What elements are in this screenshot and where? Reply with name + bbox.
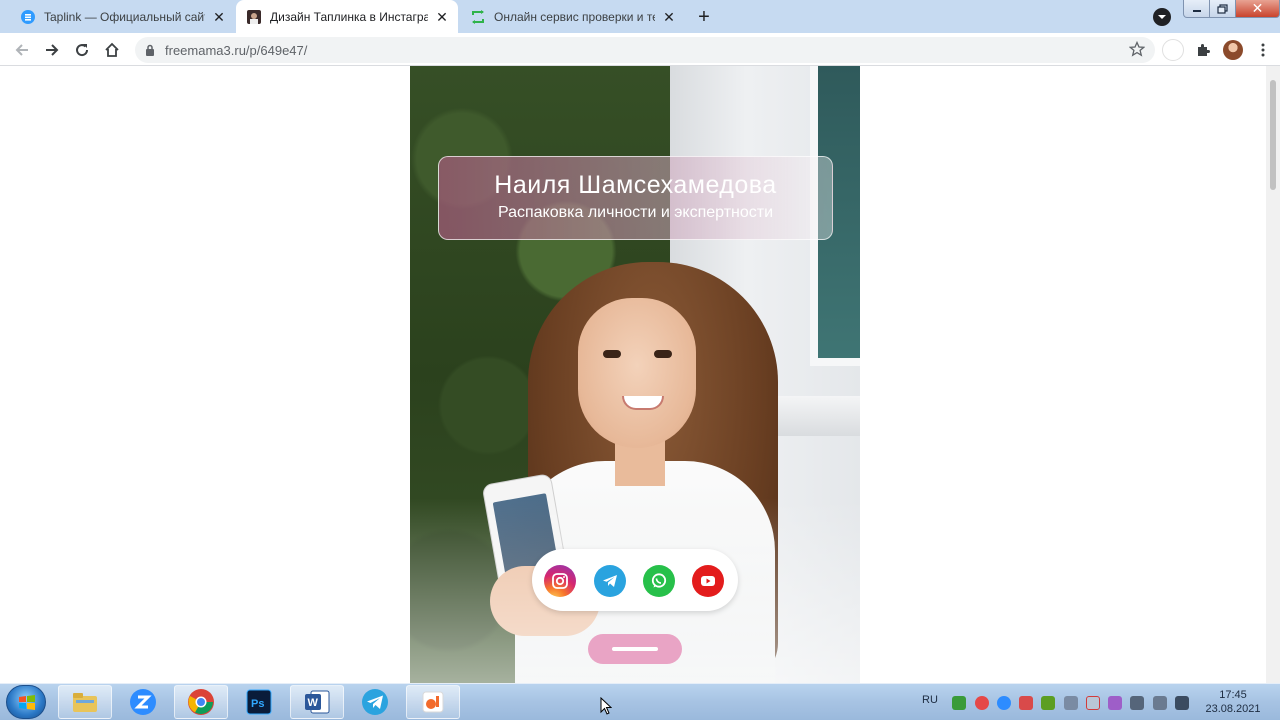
- instagram-favicon-icon: [246, 9, 262, 25]
- profile-subtitle: Распаковка личности и экспертности: [497, 204, 774, 221]
- telegram-link[interactable]: [594, 565, 626, 597]
- service-favicon-icon: [470, 9, 486, 25]
- avatar: [1223, 40, 1243, 60]
- arrow-left-icon: [15, 44, 28, 56]
- taplink-profile-page: Наиля Шамсехамедова Распаковка личности …: [410, 66, 860, 683]
- home-button[interactable]: [99, 37, 125, 63]
- profile-name: Наиля Шамсехамедова: [494, 171, 777, 199]
- more-vert-icon: [1261, 43, 1265, 57]
- taskbar-word[interactable]: W: [290, 685, 344, 719]
- close-icon: ✕: [1251, 0, 1264, 16]
- taskbar-file-explorer[interactable]: [58, 685, 112, 719]
- signal-tray-icon[interactable]: [1153, 696, 1167, 710]
- profile-avatar-button[interactable]: [1220, 37, 1246, 63]
- youtube-link[interactable]: [692, 565, 724, 597]
- telegram-icon: [362, 689, 388, 715]
- zoom-tray-icon[interactable]: [997, 696, 1011, 710]
- mouse-cursor-icon: [600, 697, 612, 715]
- lock-icon: [146, 44, 154, 56]
- monitor-tray-icon[interactable]: [1130, 696, 1144, 710]
- close-icon[interactable]: ✕: [661, 9, 677, 25]
- social-links-bar: [532, 549, 738, 611]
- youtube-icon: [701, 576, 715, 586]
- profile-circle-icon: [1162, 39, 1184, 61]
- back-button[interactable]: [9, 37, 35, 63]
- browser-menu-button[interactable]: [1250, 37, 1276, 63]
- taskbar-clock[interactable]: 17:45 23.08.2021: [1198, 688, 1268, 716]
- arrow-right-icon: [46, 44, 59, 56]
- window-close-button[interactable]: ✕: [1235, 0, 1280, 18]
- chevron-down-icon: [1158, 15, 1166, 19]
- minimize-icon: [1192, 9, 1201, 12]
- zoom-icon: [130, 689, 156, 715]
- clock-time: 17:45: [1219, 689, 1247, 701]
- bookmark-star-icon[interactable]: [1129, 41, 1145, 57]
- maximize-icon: [1217, 3, 1228, 14]
- taskbar-chrome[interactable]: [174, 685, 228, 719]
- url-text: freemama3.ru/p/649e47/: [165, 43, 308, 58]
- tab-title: Онлайн сервис проверки и тест: [494, 9, 655, 24]
- tab-design-taplink[interactable]: Дизайн Таплинка в Инстаграм. ✕: [236, 0, 458, 33]
- new-tab-button[interactable]: +: [691, 4, 717, 30]
- photoshop-icon: Ps: [246, 689, 272, 715]
- clock-date: 23.08.2021: [1205, 703, 1261, 715]
- record-tray-icon[interactable]: [975, 696, 989, 710]
- telegram-icon: [603, 575, 617, 587]
- network-tray-icon[interactable]: [952, 696, 966, 710]
- tab-online-service[interactable]: Онлайн сервис проверки и тест ✕: [460, 0, 685, 33]
- taplink-favicon-icon: [20, 9, 36, 25]
- close-icon[interactable]: ✕: [211, 9, 227, 25]
- battery-tray-icon[interactable]: [1175, 696, 1189, 710]
- whatsapp-link[interactable]: [643, 565, 675, 597]
- address-bar[interactable]: freemama3.ru/p/649e47/: [135, 37, 1155, 63]
- chrome-icon: [188, 689, 214, 715]
- tab-title: Дизайн Таплинка в Инстаграм.: [270, 9, 428, 24]
- tab-title: Taplink — Официальный сайт: М: [44, 9, 205, 24]
- instagram-link[interactable]: [544, 565, 576, 597]
- profile-title-card: Наиля Шамсехамедова Распаковка личности …: [438, 156, 833, 240]
- page-viewport: Наиля Шамсехамедова Распаковка личности …: [0, 66, 1280, 683]
- browser-tabstrip: Taplink — Официальный сайт: М ✕ Дизайн Т…: [0, 0, 1280, 33]
- tab-taplink[interactable]: Taplink — Официальный сайт: М ✕: [10, 0, 235, 33]
- extensions-button[interactable]: [1190, 37, 1216, 63]
- volume-tray-icon[interactable]: [1064, 696, 1078, 710]
- whatsapp-icon: [651, 573, 667, 588]
- svg-text:W: W: [308, 697, 319, 709]
- nvidia-tray-icon[interactable]: [1041, 696, 1055, 710]
- instagram-icon: [552, 573, 568, 589]
- minimize-button[interactable]: [1183, 0, 1210, 18]
- home-icon: [105, 42, 119, 57]
- word-icon: W: [305, 690, 330, 714]
- paint-icon: [422, 691, 444, 713]
- antivirus-tray-icon[interactable]: [1019, 696, 1033, 710]
- scrollbar-thumb[interactable]: [1270, 80, 1276, 190]
- browser-toolbar: freemama3.ru/p/649e47/: [0, 33, 1280, 66]
- menu-bar-icon: [612, 647, 658, 651]
- taskbar-telegram[interactable]: [348, 685, 402, 719]
- plus-icon: +: [698, 5, 710, 28]
- windows-logo-icon: [19, 695, 35, 710]
- taskbar-paint-app[interactable]: [406, 685, 460, 719]
- pen-tray-icon[interactable]: [1108, 696, 1122, 710]
- svg-text:Ps: Ps: [251, 698, 264, 710]
- taskbar-zoom[interactable]: [116, 685, 170, 719]
- start-button[interactable]: [6, 685, 46, 719]
- menu-button[interactable]: [588, 634, 682, 664]
- flag-tray-icon[interactable]: [1086, 696, 1100, 710]
- folder-icon: [73, 693, 97, 712]
- reload-icon: [76, 44, 89, 57]
- close-icon[interactable]: ✕: [434, 9, 450, 25]
- taskbar-photoshop[interactable]: Ps: [232, 685, 286, 719]
- language-indicator[interactable]: RU: [922, 694, 938, 706]
- tab-search-button[interactable]: [1153, 8, 1171, 26]
- maximize-button[interactable]: [1209, 0, 1236, 18]
- page-scrollbar[interactable]: [1266, 66, 1280, 683]
- profile-sync-button[interactable]: [1160, 37, 1186, 63]
- reload-button[interactable]: [69, 37, 95, 63]
- forward-button[interactable]: [39, 37, 65, 63]
- puzzle-icon: [1198, 44, 1210, 56]
- windows-taskbar: Ps W RU 17:45 23.08.2021: [0, 683, 1280, 720]
